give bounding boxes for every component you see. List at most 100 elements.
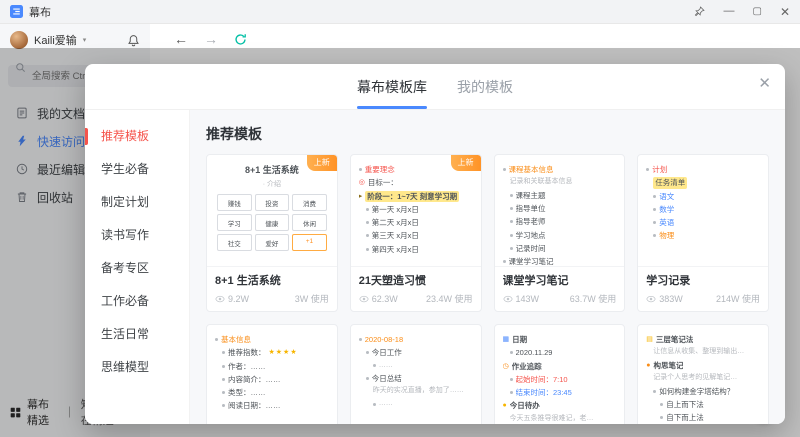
preview-line: 今天五条推导很难记，老… <box>509 414 594 422</box>
close-window-icon[interactable]: ✕ <box>780 6 790 18</box>
category-item[interactable]: 读书写作 <box>85 219 189 252</box>
preview-line: 课堂学习笔记 <box>502 256 617 266</box>
card-preview: 计划 任务清单 语文 数学 英语 物理 <box>638 155 768 266</box>
card-usage: 63.7W 使用 <box>569 294 617 304</box>
bullet-dot <box>372 364 376 368</box>
preview-line: 昨天的实况直播，参加了…… <box>372 387 464 395</box>
preview-line: 第一天 x月x日 <box>365 204 473 215</box>
template-card[interactable]: ▦ 日期 2020.11.29 ◷ 作业追踪 起始时间：7:10 结束时间：23:45 ● 今日… <box>493 324 626 424</box>
preview-line: 自上而下法 <box>660 399 760 410</box>
preview-line: 第四天 x月x日 <box>365 244 473 255</box>
template-card[interactable]: 课程基本信息 记录和关联基本信息 课程主题 指导单位 指导老师 学习地点 记录时间 课堂学习笔… <box>493 154 626 312</box>
preview-line: 内容简介：…… <box>222 374 329 385</box>
card-preview: ▤ 三层笔记法 让信息从收集、整理到输出… ● 构思笔记 记录个人思考的见解笔记… 如何构建… <box>638 325 768 424</box>
template-card[interactable]: 2020-08-18 今日工作…… 今日总结 昨天的实况直播，参加了………… <box>349 324 482 424</box>
template-panel: 推荐模板 上新 8+1 生活系统 · 介绍 赚钱 投资 消费 学习 健康 休闲 社交 爱好 +1 8+1… <box>190 110 785 424</box>
bullet-dot <box>653 221 657 225</box>
preview-line: 物理 <box>653 230 760 241</box>
template-card[interactable]: 上新 8+1 生活系统 · 介绍 赚钱 投资 消费 学习 健康 休闲 社交 爱好 +1 8+1 生活系统… <box>206 154 338 312</box>
category-item[interactable]: 制定计划 <box>85 186 189 219</box>
template-card[interactable]: 基本信息 推荐指数： ★★★★ 作者：…… 内容简介：…… 类型：…… 阅读日期：…… <box>206 324 338 424</box>
new-badge: 上新 <box>306 155 337 171</box>
template-library-modal: 幕布模板库 我的模板 ✕ 推荐模板 学生必备 制定计划 读书写作 备考专区 工作必备 生活日… <box>85 64 785 424</box>
preview-line: 指导单位 <box>509 203 617 214</box>
preview-line: ▸ 阶段一：1~7天 刻意学习期 <box>358 190 460 202</box>
category-item[interactable]: 工作必备 <box>85 285 189 318</box>
titlebar: 幕布 — ▢ ✕ <box>0 0 800 24</box>
preview-line: 计划 <box>646 164 760 175</box>
mini-tag: 投资 <box>254 194 290 211</box>
card-footer: 课堂学习笔记 143W 63.7W 使用 <box>494 266 625 311</box>
mini-tag: 社交 <box>217 234 252 251</box>
preview-line: 课程主题 <box>509 190 617 201</box>
preview-line: 作者：…… <box>222 361 329 372</box>
bullet-dot <box>502 260 506 264</box>
maximize-icon[interactable]: ▢ <box>752 6 761 17</box>
refresh-icon[interactable] <box>234 33 247 46</box>
eye-icon <box>359 295 369 303</box>
card-views: 62.3W <box>359 294 398 304</box>
card-footer: 学习记录 383W 214W 使用 <box>638 266 768 311</box>
preview-line: 课程基本信息 <box>502 164 617 175</box>
preview-line: 结束时间：23:45 <box>509 387 617 398</box>
pin-icon[interactable] <box>694 6 706 17</box>
category-item[interactable]: 推荐模板 <box>85 120 189 153</box>
preview-line: 英语 <box>653 217 760 228</box>
bullet-dot <box>509 351 513 355</box>
mini-tag: 赚钱 <box>217 194 252 211</box>
preview-line: ● 今日待办 <box>502 401 540 411</box>
category-item[interactable]: 思维模型 <box>85 351 189 384</box>
card-preview: 基本信息 推荐指数： ★★★★ 作者：…… 内容简介：…… 类型：…… 阅读日期：…… <box>207 325 337 424</box>
card-title: 8+1 生活系统 <box>215 275 281 287</box>
card-preview: ▦ 日期 2020.11.29 ◷ 作业追踪 起始时间：7:10 结束时间：23:45 ● 今日… <box>495 325 625 424</box>
avatar[interactable] <box>10 31 28 49</box>
bullet-dot <box>509 233 513 237</box>
user-name[interactable]: Kaili爱输 <box>34 32 77 48</box>
back-arrow-icon[interactable]: ← <box>174 32 188 46</box>
mini-tag: 健康 <box>254 214 290 231</box>
preview-line: 2020.11.29 <box>509 347 617 358</box>
template-grid: 上新 8+1 生活系统 · 介绍 赚钱 投资 消费 学习 健康 休闲 社交 爱好 +1 8+1 生活系统… <box>206 154 769 424</box>
category-list: 推荐模板 学生必备 制定计划 读书写作 备考专区 工作必备 生活日常 思维模型 <box>85 110 190 424</box>
bullet-dot <box>653 194 657 198</box>
mubu-logo-icon <box>10 5 23 18</box>
bulb-icon: ● <box>502 402 507 410</box>
category-item[interactable]: 备考专区 <box>85 252 189 285</box>
section-title: 推荐模板 <box>206 126 262 142</box>
bullet-dot <box>509 193 513 197</box>
bullet-dot <box>372 402 376 406</box>
preview-line: 推荐指数： ★★★★ <box>222 347 329 358</box>
bullet-dot <box>222 351 225 355</box>
card-title: 21天塑造习惯 <box>358 275 426 287</box>
category-item[interactable]: 生活日常 <box>85 318 189 351</box>
app-shell: Kaili爱输 ▾ 我的文档快速访问最近编辑回收站 幕布精选｜知识干货，尽在精选… <box>0 24 800 437</box>
bullet-dot <box>660 416 664 420</box>
preview-line: 数学 <box>653 204 760 215</box>
mini-tag: 消费 <box>292 194 327 211</box>
bullet-dot <box>365 351 369 355</box>
bullet-dot <box>222 391 225 395</box>
bullet-dot <box>653 207 657 211</box>
category-item[interactable]: 学生必备 <box>85 153 189 186</box>
preview-line: 基本信息 <box>215 334 329 345</box>
minimize-icon[interactable]: — <box>723 6 734 17</box>
card-preview: 8+1 生活系统 · 介绍 赚钱 投资 消费 学习 健康 休闲 社交 爱好 +1 <box>207 155 337 266</box>
template-card[interactable]: 上新 重要理念 ◎ 目标一： ▸ 阶段一：1~7天 刻意学习期 第一天 x月x日 第二天 x月… <box>349 154 482 312</box>
notification-bell-icon[interactable] <box>127 34 140 47</box>
card-footer: 8+1 生活系统 9.2W 3W 使用 <box>207 266 337 311</box>
mini-tag: 爱好 <box>254 234 290 251</box>
forward-arrow-icon[interactable]: → <box>204 32 218 46</box>
tab-template-library[interactable]: 幕布模板库 <box>357 64 427 109</box>
calendar-icon: ▦ <box>502 336 510 344</box>
template-card[interactable]: 计划 任务清单 语文 数学 英语 物理 学习记录 383W 214W 使用 <box>637 154 769 312</box>
card-footer: 21天塑造习惯 62.3W 23.4W 使用 <box>350 266 481 311</box>
bullet-dot <box>509 220 513 224</box>
chevron-down-icon: ▾ <box>82 37 87 44</box>
preview-line: ● 构思笔记 <box>646 360 684 370</box>
card-preview: 课程基本信息 记录和关联基本信息 课程主题 指导单位 指导老师 学习地点 记录时间 课堂学习笔… <box>495 155 625 266</box>
template-card[interactable]: ▤ 三层笔记法 让信息从收集、整理到输出… ● 构思笔记 记录个人思考的见解笔记… 如何构建… <box>637 324 769 424</box>
close-icon[interactable]: ✕ <box>758 76 771 91</box>
tab-my-templates[interactable]: 我的模板 <box>457 64 513 109</box>
eye-icon <box>215 295 225 303</box>
preview-line: 记录和关联基本信息 <box>509 178 573 186</box>
